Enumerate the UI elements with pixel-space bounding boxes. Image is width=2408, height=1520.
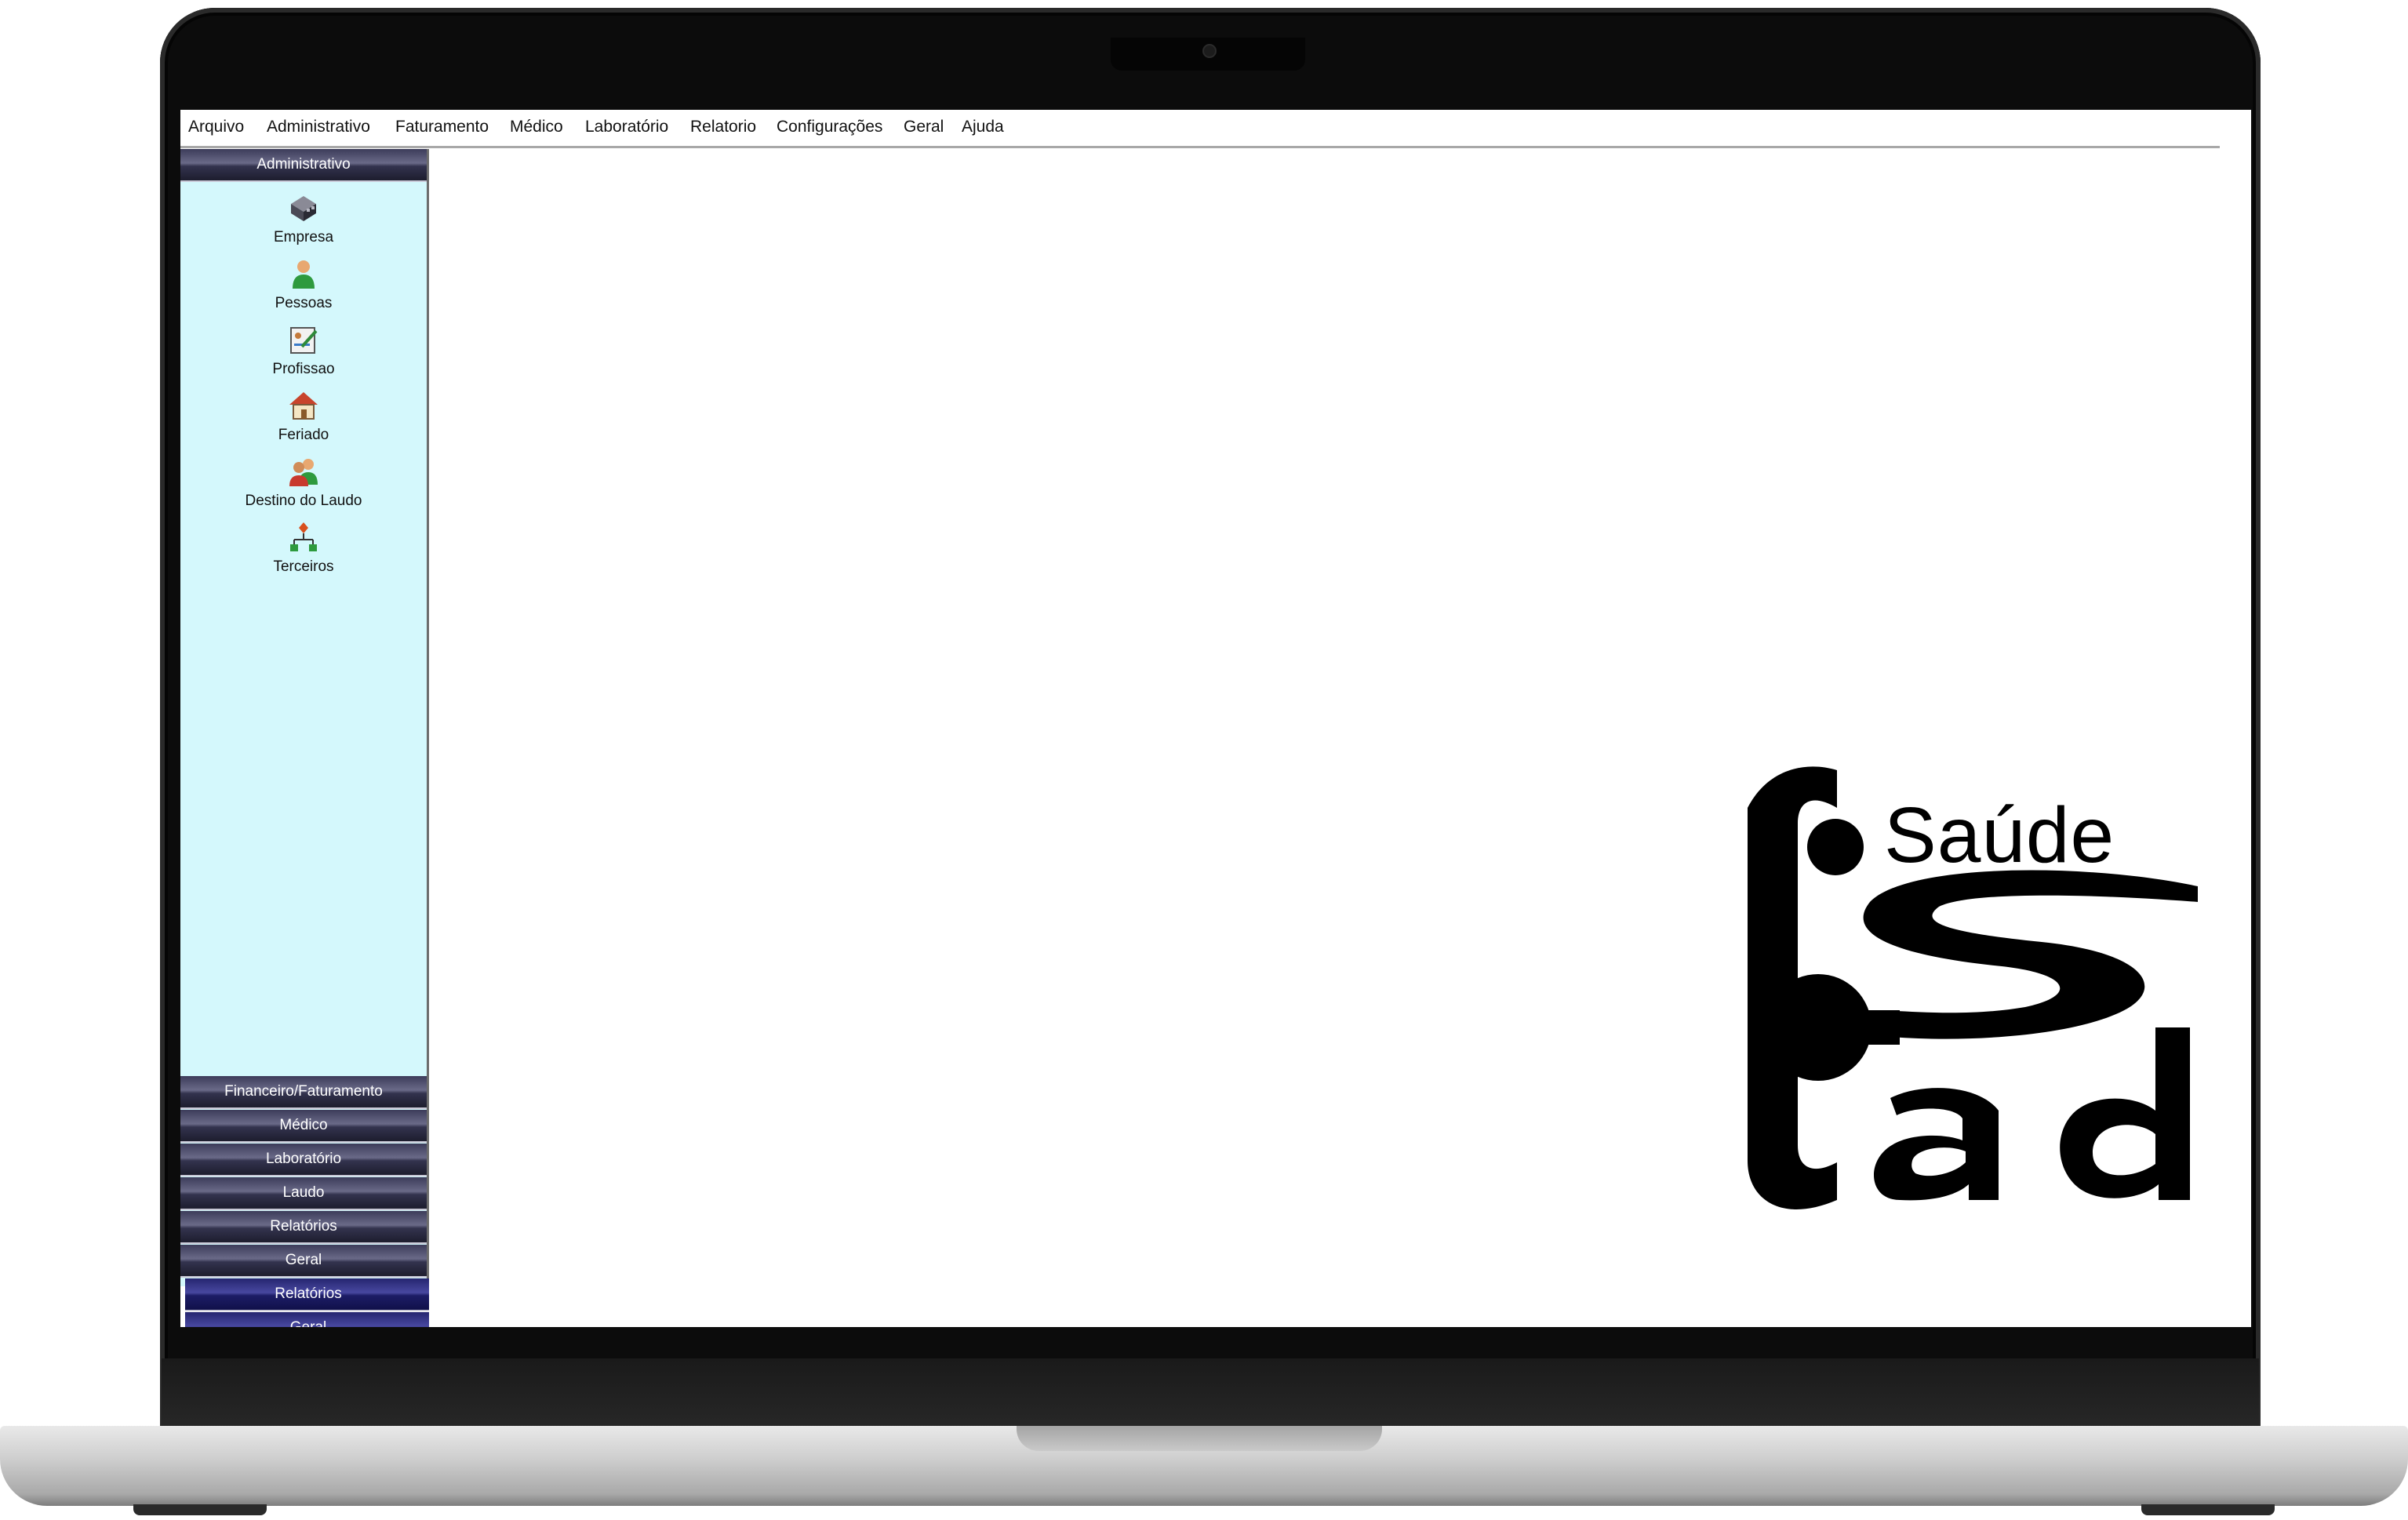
tool-pessoas[interactable]: Pessoas bbox=[180, 257, 427, 323]
sidebar-group-relatorios-secondary[interactable]: Relatórios bbox=[185, 1278, 431, 1311]
menu-configuracoes[interactable]: Configurações bbox=[777, 118, 882, 136]
tool-label: Feriado bbox=[278, 427, 329, 443]
tool-empresa[interactable]: Empresa bbox=[180, 191, 427, 257]
tool-label: Terceiros bbox=[273, 558, 334, 575]
sidebar-group-laboratorio[interactable]: Laboratório bbox=[180, 1144, 427, 1176]
screen-bezel-bottom bbox=[162, 1358, 2259, 1427]
laptop-opening-notch bbox=[1017, 1426, 1382, 1451]
person-icon bbox=[293, 260, 315, 289]
menu-laboratorio[interactable]: Laboratório bbox=[585, 118, 668, 136]
sidebar-group-administrativo[interactable]: Administrativo bbox=[180, 149, 427, 182]
laptop-foot-left bbox=[133, 1504, 267, 1515]
tool-label: Pessoas bbox=[275, 295, 333, 311]
people-icon bbox=[289, 459, 318, 486]
sidebar-group-relatorios[interactable]: Relatórios bbox=[180, 1211, 427, 1244]
sidebar: Administrativo Empresa Pessoas Profissao… bbox=[180, 149, 429, 1286]
menu-arquivo[interactable]: Arquivo bbox=[188, 118, 244, 136]
sidebar-group-geral-secondary[interactable]: Geral bbox=[185, 1312, 431, 1327]
building-icon bbox=[291, 196, 316, 221]
sidebar-group-laudo[interactable]: Laudo bbox=[180, 1177, 427, 1210]
laptop-foot-right bbox=[2141, 1504, 2275, 1515]
document-edit-icon bbox=[290, 327, 318, 354]
sidebar-group-geral[interactable]: Geral bbox=[180, 1245, 427, 1278]
menu-relatorio[interactable]: Relatorio bbox=[690, 118, 756, 136]
sidebar-group-financeiro[interactable]: Financeiro/Faturamento bbox=[180, 1076, 427, 1109]
camera-icon bbox=[1202, 44, 1217, 58]
sidebar-group-medico[interactable]: Médico bbox=[180, 1110, 427, 1143]
menu-bar: Arquivo Administrativo Faturamento Médic… bbox=[180, 110, 2220, 148]
tool-label: Destino do Laudo bbox=[245, 493, 362, 509]
menu-geral[interactable]: Geral bbox=[904, 118, 944, 136]
logo-text: Saúde bbox=[1884, 791, 2115, 879]
menu-faturamento[interactable]: Faturamento bbox=[395, 118, 489, 136]
app-window: Arquivo Administrativo Faturamento Médic… bbox=[180, 110, 2251, 1327]
tool-destino-do-laudo[interactable]: Destino do Laudo bbox=[180, 455, 427, 521]
tool-terceiros[interactable]: Terceiros bbox=[180, 521, 427, 587]
house-icon bbox=[289, 392, 318, 420]
menu-medico[interactable]: Médico bbox=[510, 118, 563, 136]
tool-label: Profissao bbox=[272, 361, 335, 377]
menu-administrativo[interactable]: Administrativo bbox=[267, 118, 370, 136]
tool-feriado[interactable]: Feriado bbox=[180, 389, 427, 455]
tool-profissao[interactable]: Profissao bbox=[180, 323, 427, 389]
menu-ajuda[interactable]: Ajuda bbox=[962, 118, 1004, 136]
org-chart-icon bbox=[290, 522, 317, 551]
tool-label: Empresa bbox=[273, 229, 334, 245]
